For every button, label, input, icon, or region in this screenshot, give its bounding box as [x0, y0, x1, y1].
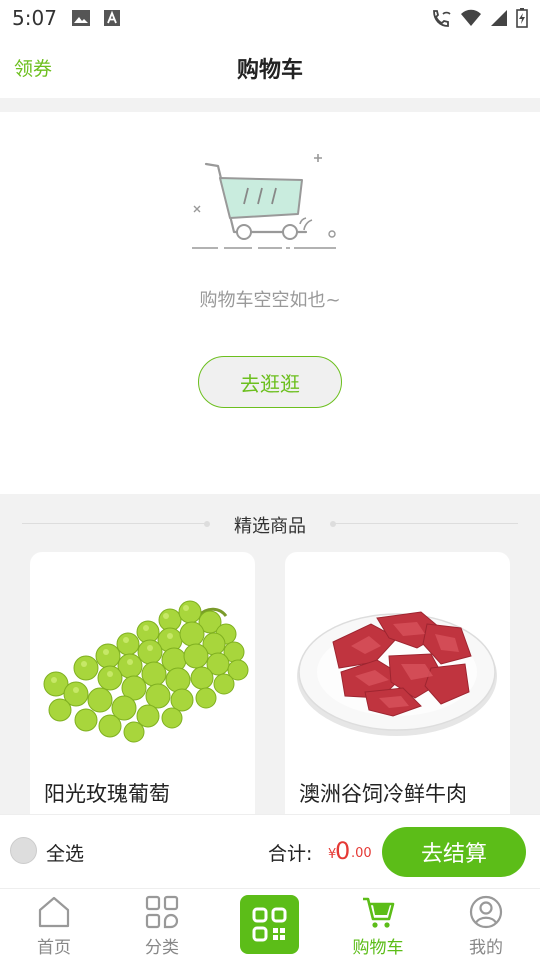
featured-title: 精选商品 [234, 516, 306, 537]
tab-label: 分类 [145, 938, 179, 958]
tab-label: 购物车 [352, 938, 404, 958]
image-icon [71, 10, 90, 26]
phone-wifi-icon [433, 10, 451, 27]
battery-charging-icon [516, 8, 528, 28]
status-time: 5:07 [12, 6, 57, 30]
home-icon [38, 896, 70, 928]
empty-cart-message: 购物车空空如也~ [199, 290, 341, 311]
category-grid-icon [145, 895, 179, 929]
checkout-bar: 全选 合计: ¥ 0 .00 去结算 [0, 814, 540, 888]
empty-cart-icon [192, 154, 336, 249]
total-price-integer: 0 [335, 837, 351, 865]
go-shopping-button[interactable]: 去逛逛 [198, 356, 342, 408]
header-right-dot [330, 521, 336, 527]
coupon-link[interactable]: 领券 [14, 54, 52, 81]
total-price-decimal: .00 [351, 846, 372, 861]
qr-scan-icon [252, 907, 287, 942]
select-all-label[interactable]: 全选 [46, 839, 84, 866]
product-card[interactable]: 阳光玫瑰葡萄 [30, 552, 255, 814]
product-name: 澳洲谷饲冷鲜牛肉 [299, 782, 467, 806]
empty-cart-section: 购物车空空如也~ 去逛逛 [0, 112, 540, 494]
checkout-button[interactable]: 去结算 [382, 827, 526, 877]
tab-category[interactable]: 分类 [108, 889, 216, 961]
text-a-icon [103, 10, 120, 26]
featured-header: 精选商品 [0, 512, 540, 537]
bottom-tab-bar: 首页 分类 购物车 我的 [0, 888, 540, 960]
product-name: 阳光玫瑰葡萄 [44, 782, 170, 806]
status-bar: 5:07 [0, 0, 540, 36]
tab-cart[interactable]: 购物车 [324, 889, 432, 961]
status-right-icons [430, 8, 528, 28]
page-title: 购物车 [236, 58, 303, 83]
select-all-checkbox[interactable] [10, 837, 37, 864]
sliced-beef-plate-image [297, 611, 497, 736]
product-card[interactable]: 澳洲谷饲冷鲜牛肉 [285, 552, 510, 814]
header-right-line [334, 523, 518, 524]
top-bar: 购物车 领券 [0, 36, 540, 98]
tab-home[interactable]: 首页 [0, 889, 108, 961]
signal-icon [491, 10, 507, 26]
wifi-icon [461, 9, 481, 26]
cart-icon [363, 897, 395, 928]
status-left-icons [71, 9, 121, 27]
green-grapes-image [43, 600, 249, 743]
qr-scan-button[interactable] [240, 895, 299, 954]
tab-profile[interactable]: 我的 [432, 889, 540, 961]
profile-icon [469, 895, 503, 929]
featured-products-section: 精选商品 阳光玫瑰葡萄 澳洲谷饲冷鲜牛肉 [0, 494, 540, 814]
tab-label: 我的 [469, 938, 503, 958]
tab-label: 首页 [37, 938, 71, 958]
total-label: 合计: [268, 843, 313, 865]
section-divider [0, 98, 540, 112]
